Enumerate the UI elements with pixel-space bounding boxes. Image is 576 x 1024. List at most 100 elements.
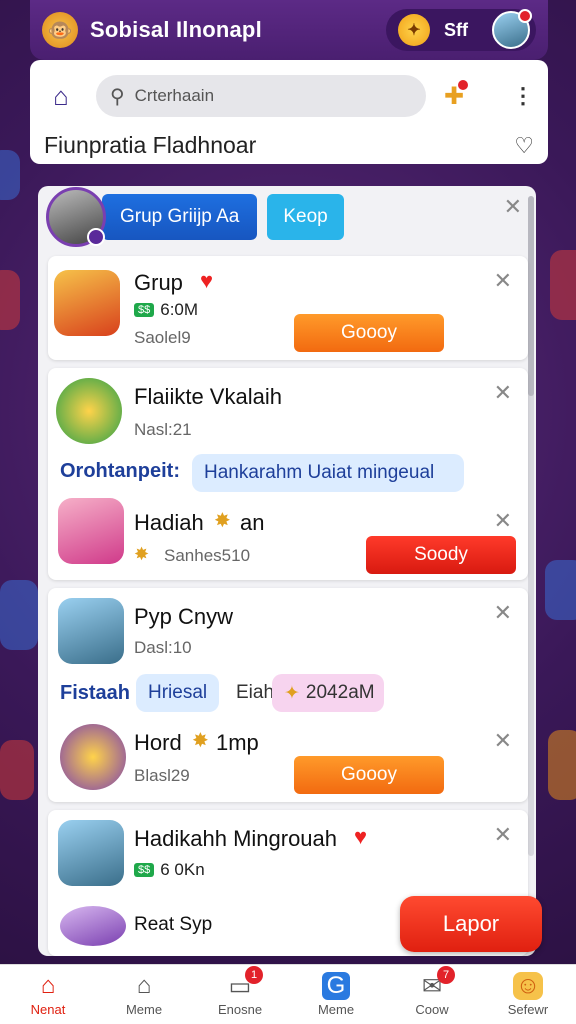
badge-dot [458,79,469,90]
item-title: Reat Syp [134,914,213,935]
coin-icon: ✦ [284,682,300,704]
more-icon[interactable]: ⋮ [512,83,534,109]
app-title: Sobisal Ilnonapl [90,17,262,42]
home-icon[interactable]: ⌂ [44,79,78,113]
star-icon: ✸ [134,544,150,564]
item-title: Pyp Cnyw [134,604,234,629]
nav-item-store[interactable]: G Meme [291,972,381,1017]
background-tile [545,560,576,620]
avatar [58,498,124,564]
row-label: Orohtanpeit: [60,460,180,482]
item-meta: Saolel9 [134,328,191,347]
coin-balance[interactable]: ✦ Sff [386,9,536,51]
keep-button[interactable]: Keop [267,194,344,240]
close-icon[interactable]: ✕ [494,508,512,534]
avatar [60,906,126,946]
scrollbar[interactable] [528,196,534,856]
row-label: Fistaah [60,682,131,704]
cash-icon: $$ [134,863,155,877]
list-item[interactable]: Pyp Cnyw Dasl:10 ✕ Fistaah Hriesal Eiah … [48,588,528,802]
item-amount-row: $$ 6:0M [134,300,198,320]
info-pill[interactable]: Hankarahm Uaiat mingeual [192,454,464,492]
chat-icon: ☺ [513,972,543,1000]
medal-icon [60,724,126,790]
nav-label: Coow [415,1002,449,1017]
bottom-nav: ⌂ Nenat ⌂ Meme ▭ 1 Enosne G Meme ✉ 7 Coo… [0,964,576,1024]
store-icon: G [322,972,350,1000]
avatar [58,820,124,886]
item-meta: Nasl:21 [134,420,192,439]
top-bar: 🐵 Sobisal Ilnonapl ✦ Sff [30,0,548,60]
scrollbar-thumb[interactable] [528,196,534,396]
star-icon: ✸ [192,730,209,752]
search-placeholder: Crterhaain [134,86,215,105]
heart-icon: ♥ [354,824,368,849]
item-cta-button[interactable]: Goooy [294,756,444,794]
nav-label: Meme [317,1002,355,1017]
coin-icon: ✦ [398,14,430,46]
nav-item-enosne[interactable]: ▭ 1 Enosne [195,966,285,1017]
heart-icon[interactable]: ♡ [514,133,534,159]
item-meta: Sanhes510 [164,546,251,565]
avatar[interactable] [492,9,532,49]
mascot-icon[interactable]: 🐵 [42,12,78,48]
item-meta: Dasl:10 [134,638,192,657]
background-tile [0,150,20,200]
search-icon: ⚲ [110,85,125,108]
nav-item-meme[interactable]: ⌂ Meme [99,972,189,1017]
trophy-icon [56,378,122,444]
group-button[interactable]: Grup Griijp Aa [102,194,258,240]
star-icon: ✸ [214,510,231,532]
close-icon[interactable]: ✕ [494,380,512,406]
background-tile [0,270,20,330]
item-amount: 6 0Kn [160,860,205,879]
info-pill[interactable]: Hriesal [136,674,220,712]
item-title-suffix: 1mp [216,730,259,755]
nav-badge: 1 [245,966,263,984]
notification-dot [518,9,532,23]
nav-label: Nenat [30,1002,66,1017]
avatar [58,598,124,664]
background-tile [0,740,34,800]
nav-item-home[interactable]: ⌂ Nenat [3,972,93,1017]
nav-item-sefewr[interactable]: ☺ Sefewr [483,972,573,1017]
item-amount-row: $$ 6 0Kn [134,860,205,880]
item-title: Grup [134,270,183,295]
background-tile [550,250,576,320]
nav-label: Enosne [217,1002,263,1017]
close-icon[interactable]: ✕ [494,268,512,294]
close-icon[interactable]: ✕ [494,822,512,848]
puzzle-icon[interactable]: ✚ [444,79,469,111]
gift-icon [54,270,120,336]
item-title: Hadiah [134,510,204,535]
background-tile [548,730,576,800]
list-item[interactable]: Grup ♥ $$ 6:0M Saolel9 Goooy ✕ [48,256,528,360]
close-icon[interactable]: ✕ [494,600,512,626]
item-title: Hadikahh Mingrouah [134,826,338,851]
nav-label: Meme [125,1002,163,1017]
group-avatar[interactable] [46,187,106,247]
feed[interactable]: Grup Griijp Aa Keop ✕ Grup ♥ $$ 6:0M Saol… [38,186,536,956]
search-input[interactable]: ⚲ Crterhaain [96,75,426,117]
close-icon[interactable]: ✕ [494,728,512,754]
item-title: Flaiikte Vkalaih [134,384,282,409]
list-item[interactable]: Flaiikte Vkalaih Nasl:21 ✕ Orohtanpeit: … [48,368,528,580]
item-meta: Blasl29 [134,766,190,785]
item-title: Hord [134,730,182,755]
nav-label: Sefewr [507,1002,549,1017]
nav-item-coow[interactable]: ✉ 7 Coow [387,966,477,1017]
item-cta-button[interactable]: Goooy [294,314,444,352]
home-icon: ⌂ [40,972,56,999]
reward-pill[interactable]: ✦ 2042aM [272,674,384,712]
cash-icon: $$ [134,303,155,317]
group-badge-icon [87,228,105,246]
background-tile [0,580,38,650]
item-amount: 6:0M [160,300,199,319]
report-button[interactable]: Lapor [400,896,542,952]
reward-amount: 2042aM [305,682,375,703]
heart-icon: ♥ [200,268,214,293]
page-subtitle: Fiunpratia Fladhnoar [44,132,257,158]
item-cta-button[interactable]: Soody [366,536,516,574]
close-icon[interactable]: ✕ [504,194,522,220]
item-title-suffix: an [240,510,265,535]
